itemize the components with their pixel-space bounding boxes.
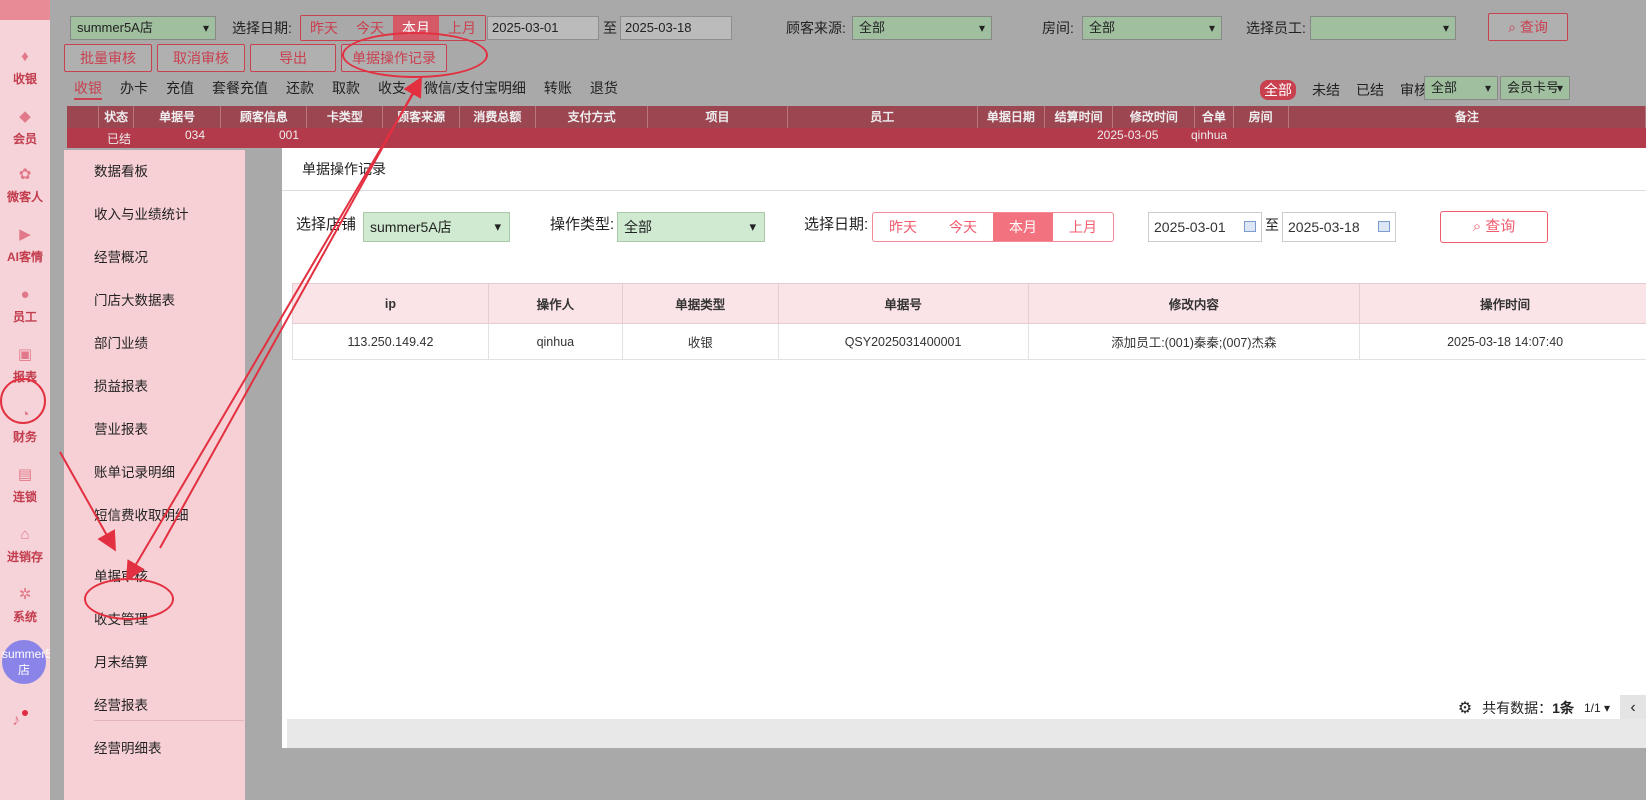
arrow-from-finance — [59, 451, 116, 552]
arrow-to-bill-audit — [125, 81, 421, 582]
annotation-arrows — [59, 76, 422, 582]
